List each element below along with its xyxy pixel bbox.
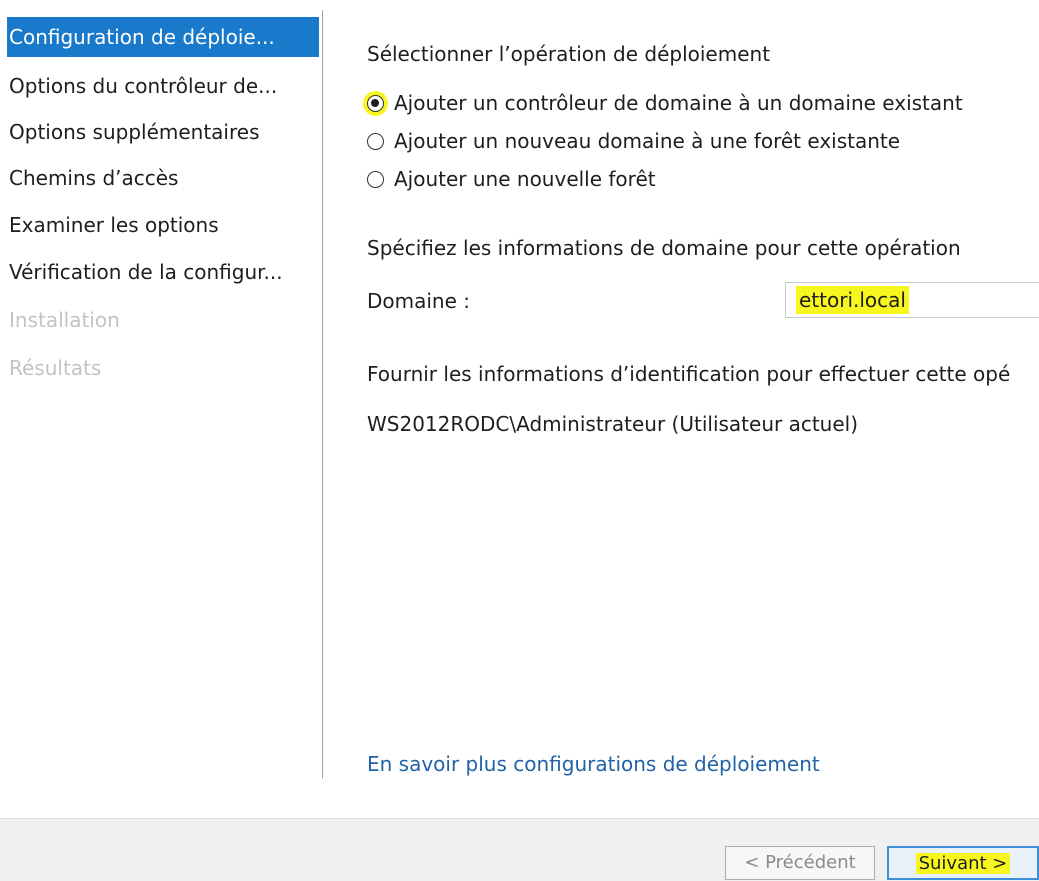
radio-label: Ajouter un nouveau domaine à une forêt e… bbox=[394, 129, 901, 153]
sidebar-item-chemins-acces[interactable]: Chemins d’accès bbox=[7, 158, 319, 198]
radio-label: Ajouter un contrôleur de domaine à un do… bbox=[394, 91, 963, 115]
next-button-label: Suivant > bbox=[915, 853, 1011, 874]
radio-label: Ajouter une nouvelle forêt bbox=[394, 167, 656, 191]
previous-button[interactable]: < Précédent bbox=[725, 846, 875, 880]
sidebar-item-configuration-deploiement[interactable]: Configuration de déploie... bbox=[7, 17, 319, 57]
radio-add-domain-existing-forest[interactable]: Ajouter un nouveau domaine à une forêt e… bbox=[367, 126, 900, 156]
learn-more-link[interactable]: En savoir plus configurations de déploie… bbox=[367, 752, 820, 776]
radio-unselected-icon[interactable] bbox=[367, 132, 384, 150]
credentials-user: WS2012RODC\Administrateur (Utilisateur a… bbox=[367, 412, 859, 436]
radio-unselected-icon[interactable] bbox=[367, 170, 384, 188]
domain-value: ettori.local bbox=[796, 286, 909, 314]
radio-add-dc-existing-domain[interactable]: Ajouter un contrôleur de domaine à un do… bbox=[367, 88, 963, 118]
wizard-sidebar: Configuration de déploie... Options du c… bbox=[0, 0, 322, 800]
sidebar-item-verification-configuration[interactable]: Vérification de la configur... bbox=[7, 252, 319, 292]
sidebar-item-options-controleur[interactable]: Options du contrôleur de... bbox=[7, 66, 319, 106]
radio-add-new-forest[interactable]: Ajouter une nouvelle forêt bbox=[367, 164, 656, 194]
domain-input[interactable]: ettori.local bbox=[785, 282, 1039, 318]
wizard-footer bbox=[0, 818, 1039, 881]
sidebar-item-resultats: Résultats bbox=[9, 356, 102, 380]
sidebar-item-examiner-options[interactable]: Examiner les options bbox=[7, 205, 319, 245]
sidebar-item-installation: Installation bbox=[9, 308, 120, 332]
domain-info-heading: Spécifiez les informations de domaine po… bbox=[367, 236, 961, 260]
credentials-heading: Fournir les informations d’identificatio… bbox=[367, 362, 1011, 386]
operation-heading: Sélectionner l’opération de déploiement bbox=[367, 42, 771, 66]
next-button[interactable]: Suivant > bbox=[887, 846, 1039, 880]
domain-label: Domaine : bbox=[367, 289, 471, 313]
radio-selected-icon[interactable] bbox=[367, 94, 384, 112]
sidebar-item-options-supplementaires[interactable]: Options supplémentaires bbox=[7, 112, 319, 152]
sidebar-divider bbox=[322, 10, 323, 778]
